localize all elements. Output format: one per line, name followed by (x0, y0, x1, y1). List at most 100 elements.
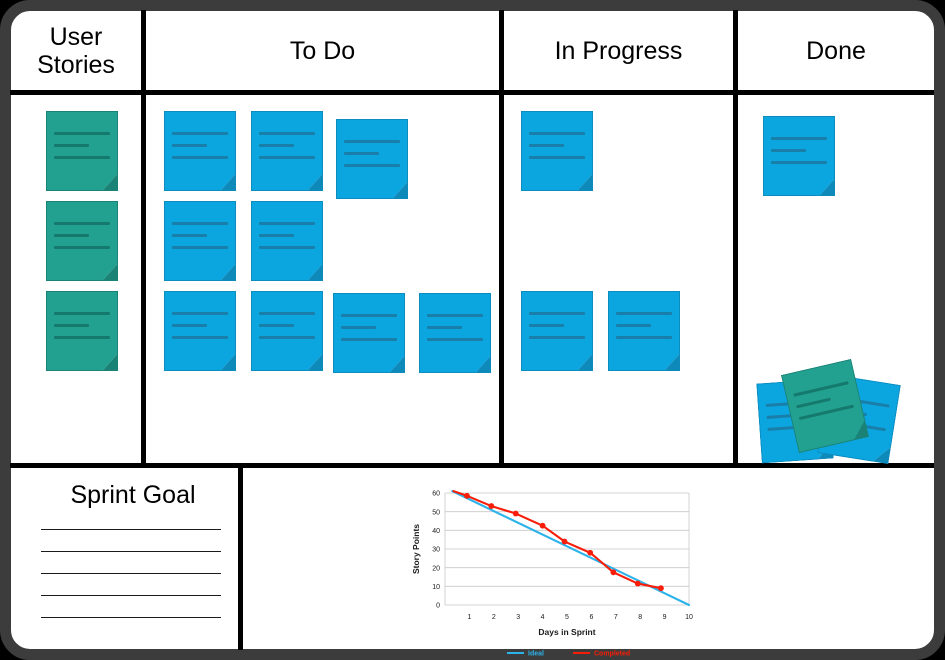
sprint-goal-title: Sprint Goal (70, 481, 196, 509)
note-line (171, 335, 229, 339)
note-line (53, 131, 111, 135)
note-line (770, 160, 828, 164)
note-line (528, 155, 586, 159)
note-line (171, 155, 229, 159)
sticky-note-user-stories-3[interactable] (46, 291, 118, 371)
note-line (53, 233, 89, 237)
note-line (258, 245, 316, 249)
chart-xtick-label: 9 (663, 614, 667, 621)
scrum-board: User Stories To Do In Progress Done Spri… (0, 0, 945, 660)
note-text-lines (171, 311, 229, 339)
sticky-note-user-stories-2[interactable] (46, 201, 118, 281)
chart-datapoint-completed-4 (539, 522, 546, 529)
note-line (528, 131, 586, 135)
sprint-goal-line[interactable] (41, 617, 221, 618)
sticky-note-in-progress-1[interactable] (521, 111, 593, 191)
note-text-lines (528, 131, 586, 159)
note-line (258, 131, 316, 135)
sticky-note-to-do-9[interactable] (419, 293, 491, 373)
note-line (528, 323, 564, 327)
chart-xaxis-title: Days in Sprint (538, 627, 595, 637)
note-line (171, 221, 229, 225)
chart-ytick-label: 10 (432, 584, 440, 591)
chart-xtick-label: 8 (638, 614, 642, 621)
sticky-note-to-do-4[interactable] (164, 201, 236, 281)
chart-xtick-label: 2 (492, 614, 496, 621)
chart-xtick-label: 5 (565, 614, 569, 621)
chart-datapoint-completed-1 (464, 492, 470, 499)
sticky-note-to-do-2[interactable] (251, 111, 323, 191)
column-header-done-label: Done (806, 36, 866, 65)
note-text-lines (258, 311, 316, 339)
sticky-note-to-do-7[interactable] (251, 291, 323, 371)
chart-datapoint-completed-2 (488, 503, 495, 509)
chart-datapoint-completed-7 (610, 569, 617, 576)
sprint-goal-writing-lines[interactable] (41, 529, 221, 639)
sprint-goal-line[interactable] (41, 529, 221, 530)
chart-legend-label-completed: Completed (594, 651, 630, 658)
sticky-note-to-do-5[interactable] (251, 201, 323, 281)
chart-xtick-label: 10 (685, 614, 693, 621)
note-text-lines (53, 131, 111, 159)
note-line (340, 325, 376, 329)
note-line (171, 323, 207, 327)
note-line (426, 337, 484, 341)
note-line (53, 143, 89, 147)
note-line (53, 335, 111, 339)
note-line (258, 233, 294, 237)
note-line (53, 323, 89, 327)
sticky-note-in-progress-3[interactable] (608, 291, 680, 371)
column-header-in-progress: In Progress (504, 11, 733, 90)
chart-series-ideal (451, 490, 691, 607)
sticky-note-user-stories-1[interactable] (46, 111, 118, 191)
note-line (171, 143, 207, 147)
column-header-user-stories: User Stories (11, 11, 141, 90)
column-header-to-do: To Do (146, 11, 499, 90)
chart-xtick-label: 4 (541, 614, 545, 621)
sprint-goal-line[interactable] (41, 551, 221, 552)
note-line (171, 131, 229, 135)
note-line (615, 323, 651, 327)
chart-xtick-label: 3 (516, 614, 520, 621)
chart-ytick-label: 0 (436, 603, 440, 610)
note-line (53, 155, 111, 159)
note-line (796, 397, 831, 409)
sticky-note-to-do-6[interactable] (164, 291, 236, 371)
bottom-section-divider (10, 463, 934, 468)
note-line (171, 311, 229, 315)
note-line (343, 151, 379, 155)
note-line (770, 136, 828, 140)
note-text-lines (258, 131, 316, 159)
chart-datapoint-completed-5 (561, 538, 568, 545)
note-line (340, 337, 398, 341)
sticky-note-done-1[interactable] (763, 116, 835, 196)
note-text-lines (258, 221, 316, 249)
sticky-note-to-do-8[interactable] (333, 293, 405, 373)
burndown-chart-svg: 0 10 20 30 40 50 60 1 2 3 4 5 6 7 8 9 10 Days in Sprint St… (411, 490, 693, 658)
note-line (528, 143, 564, 147)
sticky-note-in-progress-2[interactable] (521, 291, 593, 371)
note-line (343, 163, 401, 167)
header-divider (10, 90, 934, 95)
note-text-lines (171, 131, 229, 159)
chart-datapoint-completed-3 (512, 510, 519, 517)
column-header-done: Done (738, 11, 934, 90)
note-line (340, 313, 398, 317)
note-text-lines (615, 311, 673, 339)
note-text-lines (340, 313, 398, 341)
chart-ytick-label: 20 (432, 565, 440, 572)
note-line (426, 313, 484, 317)
column-header-user-stories-label: User Stories (37, 22, 115, 79)
note-line (258, 335, 316, 339)
sprint-goal-line[interactable] (41, 595, 221, 596)
sprint-goal-line[interactable] (41, 573, 221, 574)
sticky-note-to-do-1[interactable] (164, 111, 236, 191)
sticky-note-to-do-3[interactable] (336, 119, 408, 199)
note-line (615, 311, 673, 315)
chart-datapoint-completed-6 (587, 549, 594, 556)
chart-yaxis-title: Story Points (411, 524, 421, 574)
note-line (426, 325, 462, 329)
note-line (258, 221, 316, 225)
note-line (258, 143, 294, 147)
chart-xtick-label: 6 (589, 614, 593, 621)
